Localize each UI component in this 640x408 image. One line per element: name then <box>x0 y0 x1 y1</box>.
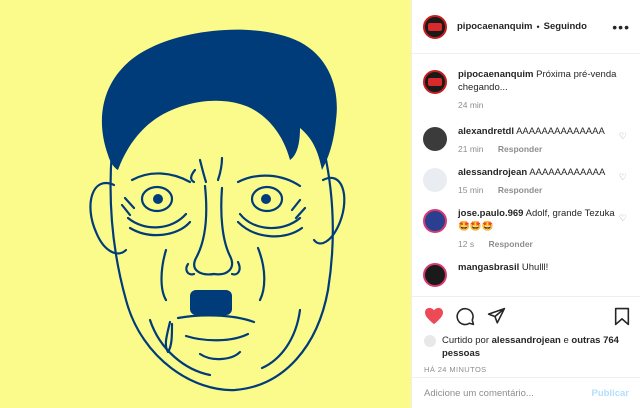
likes-summary: Curtido por alessandrojean e outras 764 … <box>424 334 630 360</box>
comment-like-heart-icon[interactable]: ♡ <box>619 125 627 142</box>
comment-item: alexandretdl AAAAAAAAAAAAAA 21 min Respo… <box>423 125 627 154</box>
caricature-illustration <box>89 29 346 392</box>
post-actions: Curtido por alessandrojean e outras 764 … <box>412 296 640 374</box>
comment-username[interactable]: alessandrojean <box>458 167 527 178</box>
liker-username[interactable]: alessandrojean <box>492 335 561 346</box>
comments-list[interactable]: pipocaenanquim Próxima pré-venda chegand… <box>412 55 640 295</box>
commenter-avatar[interactable] <box>423 127 447 151</box>
author-username[interactable]: pipocaenanquim <box>457 21 532 32</box>
comment-username[interactable]: alexandretdl <box>458 126 514 137</box>
like-heart-icon[interactable] <box>424 307 444 325</box>
comment-username[interactable]: jose.paulo.969 <box>458 208 523 219</box>
reply-button[interactable]: Responder <box>488 239 532 249</box>
comment-like-heart-icon[interactable]: ♡ <box>619 207 627 224</box>
comment-text: AAAAAAAAAAAAAA <box>516 126 605 137</box>
caption-time: 24 min <box>458 100 484 110</box>
publish-button[interactable]: Publicar <box>592 388 630 399</box>
comment-bubble-icon[interactable] <box>456 307 475 326</box>
post-timestamp[interactable]: HÁ 24 MINUTOS <box>424 365 630 374</box>
comment-like-heart-icon[interactable]: ♡ <box>619 166 627 183</box>
comment-item: jose.paulo.969 Adolf, grande Tezuka🤩🤩🤩 1… <box>423 207 627 249</box>
caption: pipocaenanquim Próxima pré-venda chegand… <box>423 68 627 110</box>
share-paper-plane-icon[interactable] <box>487 307 506 326</box>
caption-username[interactable]: pipocaenanquim <box>458 69 533 80</box>
commenter-avatar[interactable] <box>423 263 447 287</box>
comment-input[interactable] <box>424 387 592 399</box>
comment-item: mangasbrasil Uhulll! <box>423 261 627 287</box>
post-header: pipocaenanquim • Seguindo ••• <box>412 0 640 54</box>
commenter-avatar[interactable] <box>423 209 447 233</box>
reply-button[interactable]: Responder <box>498 185 542 195</box>
liked-and: e <box>563 335 569 346</box>
comment-text: AAAAAAAAAAAA <box>529 167 606 178</box>
post-side-panel: pipocaenanquim • Seguindo ••• pipocaenan… <box>411 0 640 408</box>
comment-composer: Publicar <box>412 377 640 408</box>
follow-status-button[interactable]: Seguindo <box>544 21 587 32</box>
save-bookmark-icon[interactable] <box>614 307 630 326</box>
more-horizontal-icon[interactable]: ••• <box>612 19 630 35</box>
reply-button[interactable]: Responder <box>498 144 542 154</box>
action-icons <box>424 305 630 327</box>
comment-username[interactable]: mangasbrasil <box>458 262 519 273</box>
caption-avatar[interactable] <box>423 70 447 94</box>
instagram-post: pipocaenanquim • Seguindo ••• pipocaenan… <box>0 0 640 408</box>
liker-avatar[interactable] <box>424 335 436 347</box>
liked-prefix: Curtido por <box>442 335 489 346</box>
author-avatar[interactable] <box>423 14 447 39</box>
comment-time: 12 s <box>458 239 475 249</box>
comment-text: Uhulll! <box>521 262 549 273</box>
comment-item: alessandrojean AAAAAAAAAAAA 15 min Respo… <box>423 166 627 195</box>
post-image[interactable] <box>0 0 411 408</box>
comment-time: 21 min <box>458 144 484 154</box>
commenter-avatar[interactable] <box>423 168 447 192</box>
comment-time: 15 min <box>458 185 484 195</box>
header-separator: • <box>536 21 540 32</box>
